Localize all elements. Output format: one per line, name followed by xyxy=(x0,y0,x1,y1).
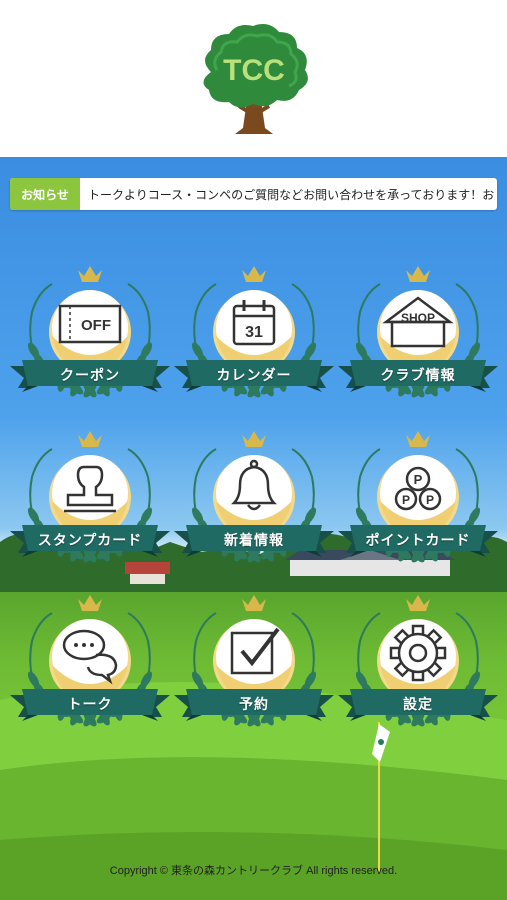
menu-item-8[interactable]: 予約 xyxy=(174,591,334,731)
menu-item-1[interactable]: OFF クーポン xyxy=(10,262,170,402)
menu-label: スタンプカード xyxy=(37,533,143,549)
menu-label: クーポン xyxy=(60,368,120,384)
menu-label: 新着情報 xyxy=(224,533,284,549)
menu-label: クラブ情報 xyxy=(380,368,456,384)
menu-label: ポイントカード xyxy=(365,533,471,549)
menu-item-6[interactable]: P P P ポイントカード xyxy=(338,427,498,567)
svg-text:P: P xyxy=(426,493,434,507)
svg-text:SHOP: SHOP xyxy=(401,311,435,325)
crown-icon xyxy=(78,431,102,447)
menu-item-7[interactable]: トーク xyxy=(10,591,170,731)
crown-icon xyxy=(406,266,430,282)
menu-label: 設定 xyxy=(403,697,433,713)
flag-pin xyxy=(372,722,390,872)
crown-icon xyxy=(406,431,430,447)
svg-text:TCC: TCC xyxy=(223,54,285,87)
crown-icon xyxy=(78,595,102,611)
menu-item-5[interactable]: 新着情報 xyxy=(174,427,334,567)
crown-icon xyxy=(78,266,102,282)
menu-item-3[interactable]: SHOP クラブ情報 xyxy=(338,262,498,402)
gear-icon xyxy=(389,624,447,682)
crown-icon xyxy=(406,595,430,611)
crown-icon xyxy=(242,431,266,447)
menu-label: トーク xyxy=(67,697,113,713)
menu-item-2[interactable]: 31 カレンダー xyxy=(174,262,334,402)
tcc-logo: TCC xyxy=(202,23,308,134)
menu-label: カレンダー xyxy=(216,368,292,384)
menu-item-4[interactable]: スタンプカード xyxy=(10,427,170,567)
app-header: TCC xyxy=(0,0,507,157)
svg-text:P: P xyxy=(414,472,423,487)
menu-label: 予約 xyxy=(239,697,269,713)
svg-text:P: P xyxy=(402,493,410,507)
news-bar[interactable]: お知らせ トークよりコース・コンペのご質問などお問い合わせを承っております！お xyxy=(10,178,497,210)
crown-icon xyxy=(242,266,266,282)
news-badge: お知らせ xyxy=(10,178,80,210)
svg-text:OFF: OFF xyxy=(81,317,111,334)
svg-text:31: 31 xyxy=(245,324,263,341)
news-text: トークよりコース・コンペのご質問などお問い合わせを承っております！お xyxy=(88,187,495,202)
copyright-text: Copyright © 東条の森カントリークラブ All rights rese… xyxy=(109,865,398,877)
crown-icon xyxy=(242,595,266,611)
menu-item-9[interactable]: 設定 xyxy=(338,591,498,731)
